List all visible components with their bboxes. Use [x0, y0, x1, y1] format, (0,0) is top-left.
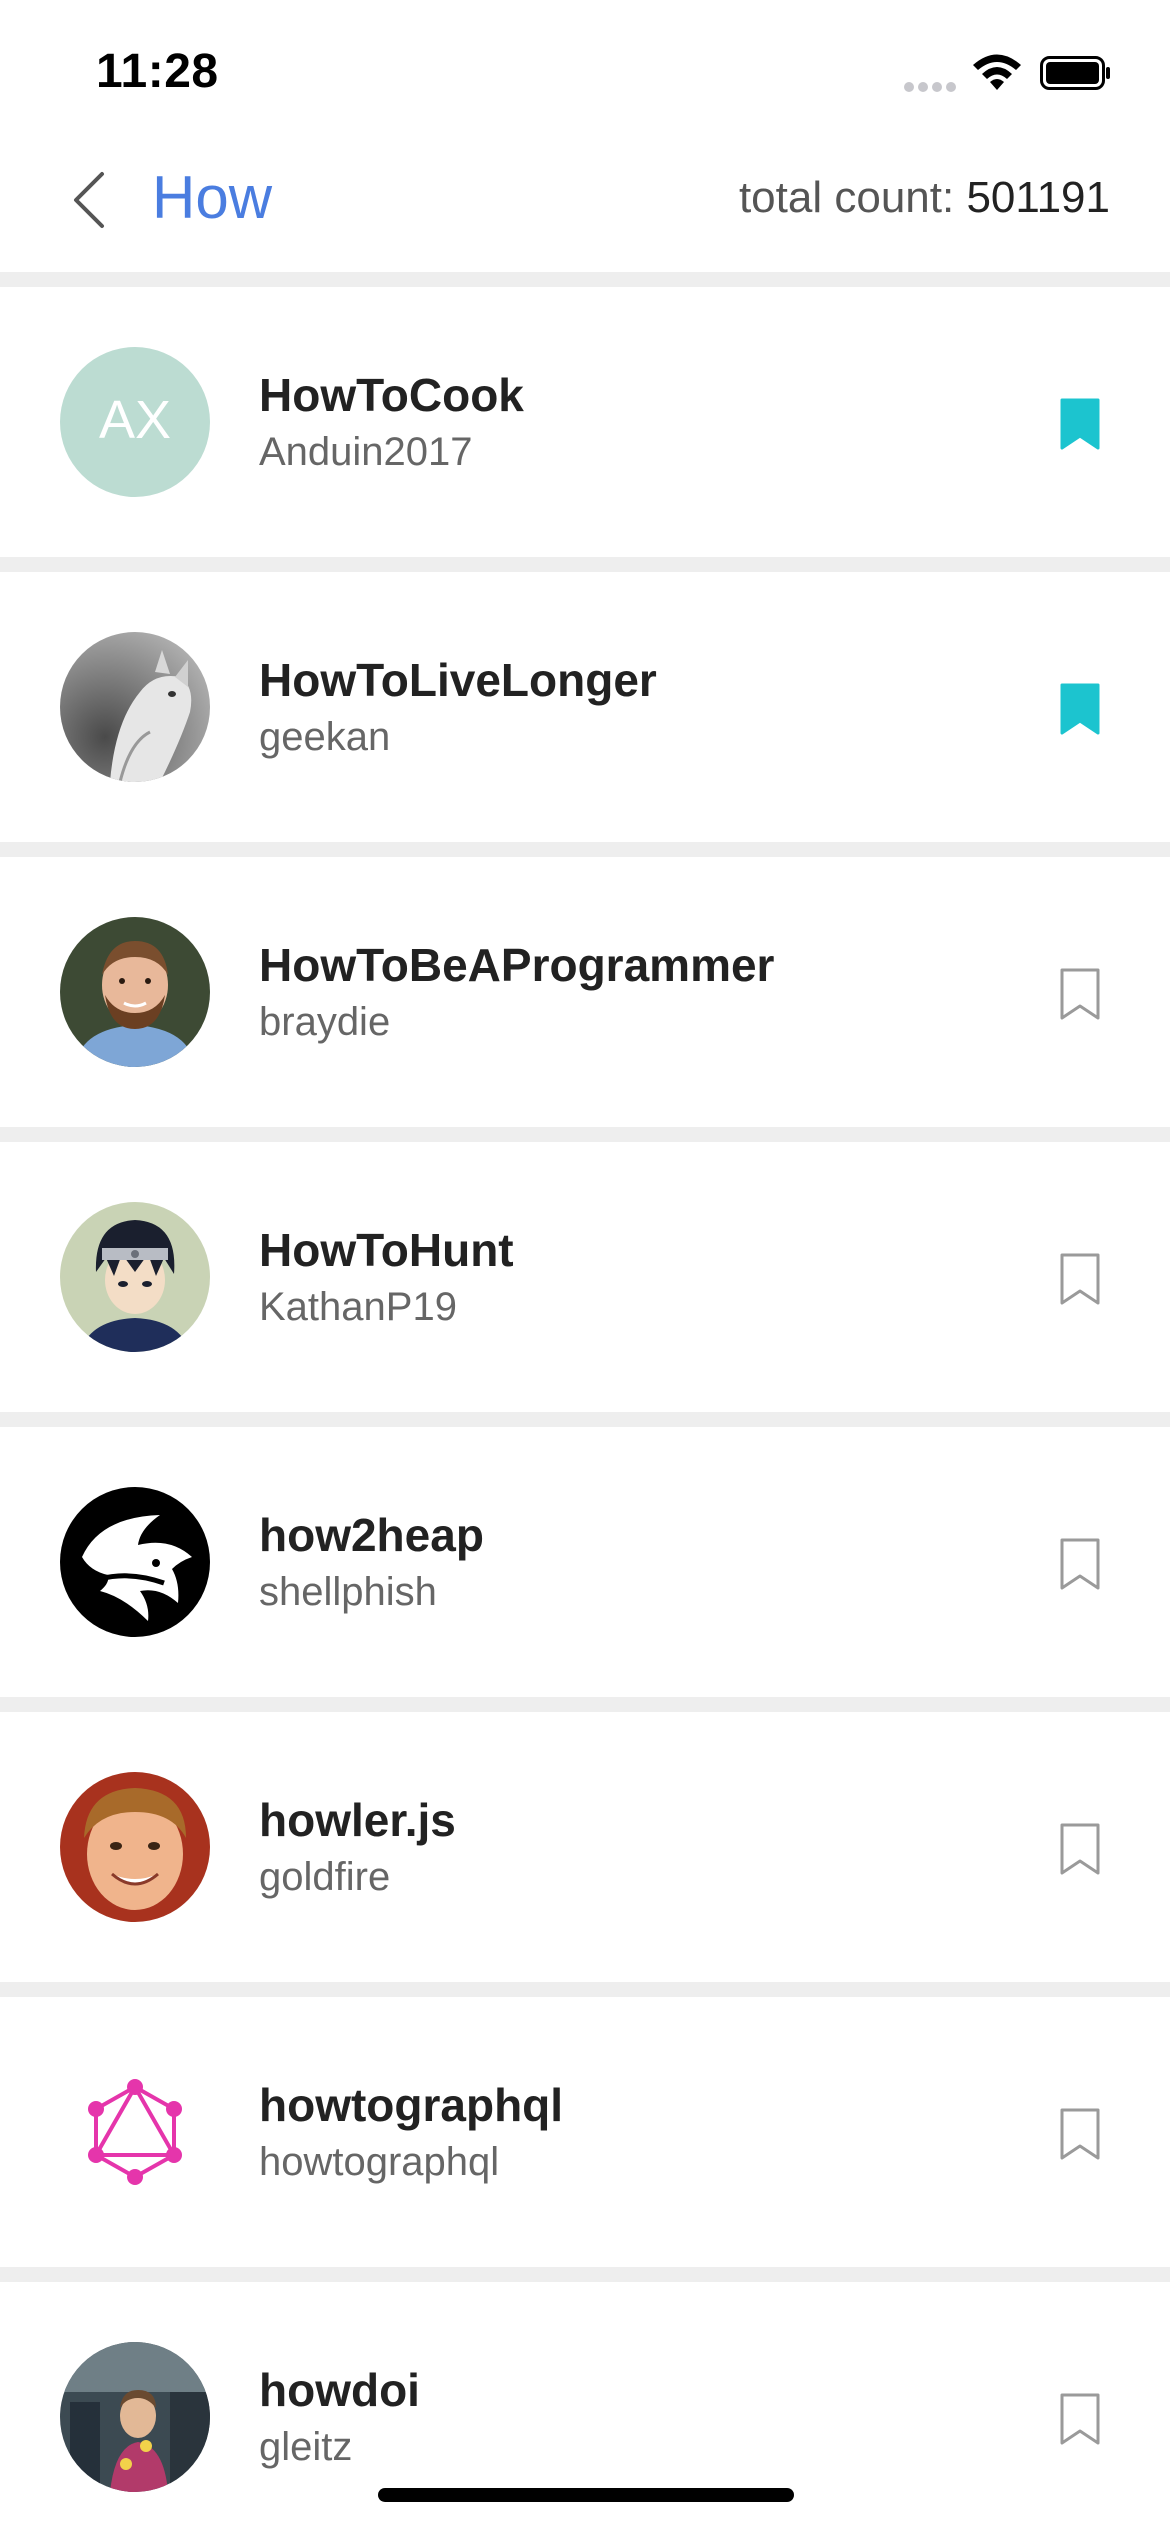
- repo-owner: KathanP19: [259, 1285, 457, 1329]
- nav-bar: How total count: 501191: [0, 140, 1170, 272]
- status-time: 11:28: [96, 45, 219, 98]
- avatar: [60, 632, 210, 782]
- avatar: [60, 1202, 210, 1352]
- repo-list: AX HowToCook Anduin2017 HowToLiveLonger …: [0, 272, 1170, 2532]
- repo-name: howler.js: [259, 1794, 456, 1846]
- avatar: AX: [60, 347, 210, 497]
- wifi-icon: [973, 54, 1021, 90]
- battery-icon: [1040, 56, 1110, 90]
- page-title: How: [152, 164, 273, 231]
- repo-owner: goldfire: [259, 1855, 391, 1899]
- list-item[interactable]: HowToBeAProgrammer braydie: [0, 842, 1170, 1127]
- bookmark-outline-icon[interactable]: [1058, 2106, 1102, 2162]
- repo-name: HowToCook: [259, 369, 524, 421]
- avatar: [60, 2342, 210, 2492]
- list-item[interactable]: AX HowToCook Anduin2017: [0, 272, 1170, 557]
- avatar-initials: AX: [99, 390, 171, 450]
- bookmark-outline-icon[interactable]: [1058, 966, 1102, 1022]
- repo-owner: braydie: [259, 1000, 391, 1044]
- chevron-left-icon[interactable]: [66, 168, 110, 232]
- bookmark-outline-icon[interactable]: [1058, 2391, 1102, 2447]
- status-bar: 11:28: [0, 0, 1170, 140]
- repo-name: howdoi: [259, 2364, 420, 2416]
- screen: 11:28 How total count: 501191 AX HowToCo…: [0, 0, 1170, 2532]
- repo-owner: Anduin2017: [259, 430, 473, 474]
- repo-name: HowToHunt: [259, 1224, 514, 1276]
- list-item[interactable]: howtographql howtographql: [0, 1982, 1170, 2267]
- home-indicator[interactable]: [378, 2488, 794, 2502]
- list-item[interactable]: HowToHunt KathanP19: [0, 1127, 1170, 1412]
- repo-owner: gleitz: [259, 2425, 353, 2469]
- avatar: [60, 1772, 210, 1922]
- list-item[interactable]: howler.js goldfire: [0, 1697, 1170, 1982]
- avatar: [60, 2057, 210, 2207]
- repo-owner: shellphish: [259, 1570, 437, 1614]
- avatar: [60, 1487, 210, 1637]
- repo-name: HowToBeAProgrammer: [259, 939, 775, 991]
- total-count-label: total count:: [738, 173, 967, 222]
- total-count-value: 501191: [966, 173, 1110, 222]
- list-item[interactable]: how2heap shellphish: [0, 1412, 1170, 1697]
- bookmark-filled-icon[interactable]: [1058, 681, 1102, 737]
- repo-name: howtographql: [259, 2079, 564, 2131]
- repo-owner: geekan: [259, 715, 391, 759]
- list-item[interactable]: HowToLiveLonger geekan: [0, 557, 1170, 842]
- repo-owner: howtographql: [259, 2140, 500, 2184]
- avatar: [60, 917, 210, 1067]
- total-count: total count: 501191: [739, 168, 1110, 228]
- signal-dots-icon: [904, 82, 956, 92]
- repo-name: how2heap: [259, 1509, 484, 1561]
- bookmark-filled-icon[interactable]: [1058, 396, 1102, 452]
- bookmark-outline-icon[interactable]: [1058, 1821, 1102, 1877]
- bookmark-outline-icon[interactable]: [1058, 1251, 1102, 1307]
- bookmark-outline-icon[interactable]: [1058, 1536, 1102, 1592]
- repo-name: HowToLiveLonger: [259, 654, 657, 706]
